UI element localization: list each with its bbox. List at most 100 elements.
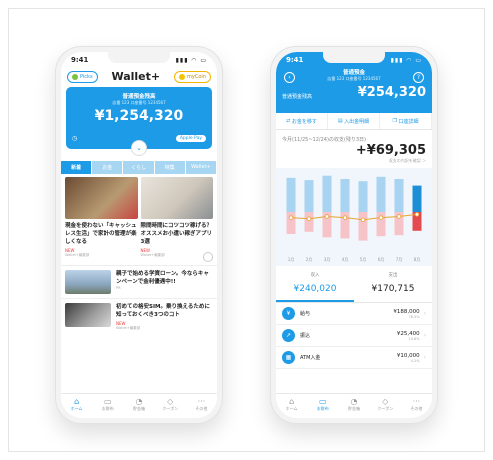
signal-icon: ▮▮▮ ◠ ▭ — [175, 56, 207, 64]
expense-tab[interactable]: 支出 ¥170,715 — [354, 266, 432, 302]
expense-bar — [304, 212, 314, 232]
more-icon: ··· — [412, 397, 421, 406]
tab-money[interactable]: お金 — [92, 161, 124, 174]
apple-pay-button[interactable]: Apple Pay — [175, 135, 206, 142]
article-card[interactable]: 隙間時間にコツコツ稼げる？ オススメお小遣い稼ぎアプリ3選 NEW Wallet… — [140, 177, 213, 262]
x-tick-label: 4月 — [342, 257, 349, 262]
tabbar-home[interactable]: ⌂ ホーム — [276, 394, 307, 418]
signal-icon: ▮▮▮ ◠ ▭ — [390, 56, 422, 64]
details-button[interactable]: ❐ 口座詳細 — [380, 113, 432, 129]
home-icon: ⌂ — [74, 397, 80, 406]
income-amount: ¥240,020 — [293, 284, 337, 294]
coin-icon — [179, 73, 186, 80]
summary-tabs: 収入 ¥240,020 支出 ¥170,715 — [276, 266, 432, 303]
statement-button[interactable]: ▤ 入出金明細 — [328, 113, 380, 129]
tab-life[interactable]: くらし — [123, 161, 155, 174]
tabbar-label: お財布 — [101, 406, 114, 411]
balance-point — [288, 215, 294, 220]
status-time: 9:41 — [71, 56, 89, 64]
article-title: 初めての格安SIM。乗り換えるために知っておくべき3つのコト — [116, 304, 210, 318]
account-number: 店番 123 口座番号 1234567 — [327, 76, 381, 81]
picks-icon — [72, 73, 78, 80]
transaction-row[interactable]: ¥ 給与 ¥188,000 78.3% › — [276, 303, 432, 325]
article-title: 親子で始める学資ローン。今ならキャンペーンで金利優遇中!! — [116, 271, 209, 285]
income-bar — [322, 175, 332, 212]
app-logo: Wallet+ — [111, 70, 161, 83]
transaction-amount: ¥188,000 — [393, 308, 420, 315]
transfer-label: お金を移す — [291, 118, 317, 125]
tab-feature[interactable]: 特集 — [155, 161, 186, 174]
article-title: 隙間時間にコツコツ稼げる？ オススメお小遣い稼ぎアプリ3選 — [140, 223, 213, 245]
piggy-icon: ◔ — [350, 397, 358, 406]
transaction-row[interactable]: ↗ 振込 ¥25,400 10.6% › — [276, 325, 432, 347]
article-source: PR — [116, 286, 121, 290]
coupon-icon: ◇ — [167, 397, 174, 406]
tabbar-more[interactable]: ··· その他 — [401, 394, 432, 418]
phone-left: 9:41 ▮▮▮ ◠ ▭ Picks Wallet+ myCoin 普通預金残高… — [55, 46, 223, 424]
phone-notch — [108, 52, 170, 63]
article-thumbnail — [65, 303, 111, 327]
tabbar-label: ホーム — [70, 406, 83, 411]
income-bar — [412, 185, 422, 212]
chart-svg: 1月 2月 3月 4月 5月 6月 7月 8月 — [286, 175, 422, 262]
tabbar-piggy[interactable]: ◔ 貯金箱 — [123, 394, 154, 418]
x-tick-label: 6月 — [378, 257, 385, 262]
details-label: 口座詳細 — [398, 118, 419, 125]
category-tabs: 新着 お金 くらし 特集 Wallet+ — [61, 161, 217, 174]
tabbar-piggy[interactable]: ◔ 貯金箱 — [338, 394, 369, 418]
transaction-row[interactable]: ▦ ATM入金 ¥10,000 4.2% › — [276, 347, 432, 369]
balance-point — [360, 217, 366, 222]
tabbar-more[interactable]: ··· その他 — [186, 394, 217, 418]
net-amount: +¥69,305 — [355, 143, 426, 158]
tabbar-wallet[interactable]: ▭ お財布 — [307, 394, 338, 418]
expense-amount: ¥170,715 — [371, 284, 415, 294]
income-bar — [286, 177, 296, 212]
tabbar-coupon[interactable]: ◇ クーポン — [155, 394, 186, 418]
tabbar-coupon[interactable]: ◇ クーポン — [370, 394, 401, 418]
tab-wallet[interactable]: Wallet+ — [186, 161, 217, 174]
income-label: 収入 — [310, 273, 320, 278]
tab-new[interactable]: 新着 — [61, 161, 93, 174]
x-tick-label: 2月 — [306, 257, 313, 262]
article-card[interactable]: 現金を使わない「キャッシュレス生活」で家計の管理が楽しくなる NEW Walle… — [65, 177, 138, 262]
article-thumbnail — [140, 177, 213, 219]
article-source: Wallet+編集部 — [116, 326, 141, 330]
atm-icon: ▦ — [282, 351, 295, 364]
balance-point — [306, 216, 312, 221]
tabbar-home[interactable]: ⌂ ホーム — [61, 394, 92, 418]
transaction-percent: 4.2% — [410, 358, 420, 363]
account-actions: ⇄ お金を移す ▤ 入出金明細 ❐ 口座詳細 — [276, 113, 432, 130]
x-tick-label: 5月 — [360, 257, 367, 262]
transaction-percent: 10.6% — [408, 336, 420, 341]
phone-right: 9:41 ▮▮▮ ◠ ▭ ‹ ? 普通預金 店番 123 口座番号 123456… — [270, 46, 438, 424]
picks-button[interactable]: Picks — [67, 70, 98, 83]
balance-card[interactable]: 普通預金残高 店番 123 口座番号 1234567 ¥1,254,320 ◷ … — [66, 87, 212, 156]
article-row[interactable]: 親子で始める学資ローン。今ならキャンペーンで金利優遇中!! PR — [61, 265, 217, 298]
favorite-icon[interactable] — [203, 252, 213, 262]
balance-point — [342, 215, 348, 220]
mycoin-button[interactable]: myCoin — [174, 70, 211, 83]
coupon-icon: ◇ — [382, 397, 389, 406]
net-breakdown-link[interactable]: 収支の内訳を確認 ＞ — [276, 158, 432, 164]
income-bar — [394, 179, 404, 212]
tabbar-label: その他 — [410, 406, 423, 411]
tabbar-label: ホーム — [285, 406, 298, 411]
income-tab[interactable]: 収入 ¥240,020 — [276, 266, 354, 302]
card-title: 普通預金残高 — [122, 94, 156, 100]
period-label: 今月(11/25~12/24)の収支(残り3日) — [282, 137, 366, 143]
balance-point — [396, 214, 402, 219]
monthly-chart[interactable]: 1月 2月 3月 4月 5月 6月 7月 8月 — [276, 168, 432, 266]
tabbar-label: クーポン — [162, 406, 179, 411]
balance-point — [378, 215, 384, 220]
tabbar-wallet[interactable]: ▭ お財布 — [92, 394, 123, 418]
transfer-button[interactable]: ⇄ お金を移す — [276, 113, 328, 129]
article-row[interactable]: 初めての格安SIM。乗り換えるために知っておくべき3つのコト NEW Walle… — [61, 298, 217, 335]
status-time: 9:41 — [286, 56, 304, 64]
chevron-down-icon[interactable]: ⌄ — [131, 140, 147, 156]
transaction-percent: 78.3% — [408, 314, 420, 319]
transaction-amount: ¥10,000 — [396, 352, 420, 359]
income-bar — [376, 176, 386, 212]
tab-bar: ⌂ ホーム ▭ お財布 ◔ 貯金箱 ◇ クーポン ··· その他 — [276, 393, 432, 418]
article-thumbnail — [65, 177, 138, 219]
balance-amount: ¥254,320 — [357, 85, 426, 100]
